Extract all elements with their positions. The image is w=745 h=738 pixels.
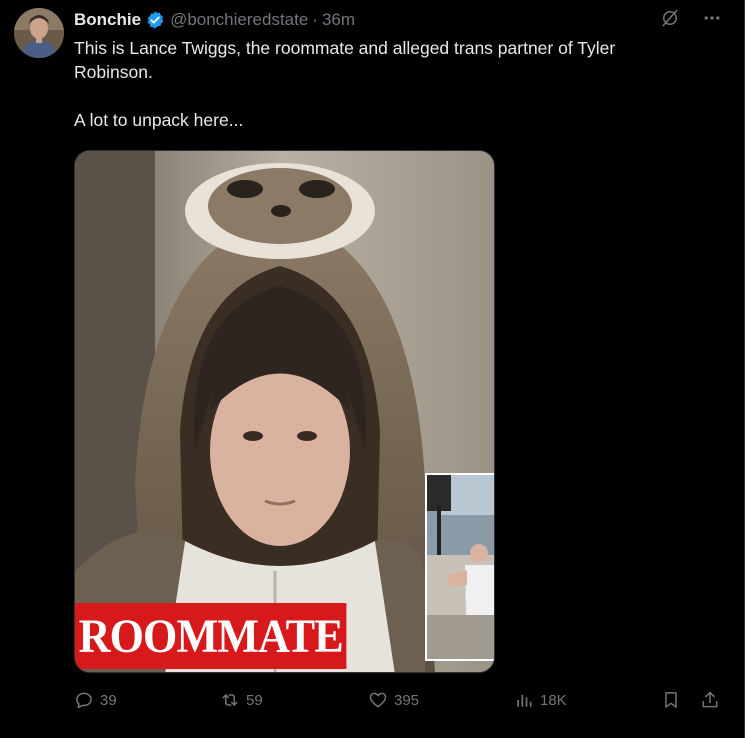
grok-icon[interactable] — [660, 8, 680, 28]
bookmark-button[interactable] — [661, 690, 681, 710]
separator-dot: · — [312, 10, 318, 29]
views-count: 18K — [540, 691, 567, 709]
share-icon — [702, 691, 718, 708]
tweet-media-image[interactable]: ROOMMATE — [74, 150, 495, 673]
tweet-text: This is Lance Twiggs, the roommate and a… — [74, 36, 694, 132]
avatar[interactable] — [14, 8, 64, 58]
author-name[interactable]: Bonchie — [74, 10, 141, 30]
repost-count: 59 — [246, 691, 263, 709]
author-handle[interactable]: @bonchieredstate — [170, 10, 308, 30]
tweet-text-line: This is Lance Twiggs, the roommate and a… — [74, 38, 616, 82]
verified-badge-icon — [145, 10, 165, 30]
views-button[interactable]: 18K — [514, 690, 567, 710]
reply-button[interactable]: 39 — [74, 690, 117, 710]
repost-button[interactable]: 59 — [220, 690, 263, 710]
bookmark-icon — [665, 692, 677, 708]
tweet[interactable]: Bonchie @bonchieredstate · 36m This is L… — [0, 0, 745, 738]
media-caption: ROOMMATE — [75, 603, 347, 669]
timestamp[interactable]: 36m — [322, 10, 355, 30]
tweet-text-line: A lot to unpack here... — [74, 110, 244, 130]
more-icon[interactable] — [702, 8, 722, 28]
like-icon — [369, 692, 387, 708]
share-button[interactable] — [700, 690, 720, 710]
tweet-header: Bonchie @bonchieredstate · 36m — [74, 9, 355, 31]
inset-photo — [425, 473, 494, 661]
like-button[interactable]: 395 — [368, 690, 419, 710]
reply-icon — [76, 692, 92, 709]
repost-icon — [222, 694, 238, 706]
reply-count: 39 — [100, 691, 117, 709]
like-count: 395 — [394, 691, 420, 709]
top-actions — [660, 8, 722, 28]
views-icon — [517, 695, 532, 707]
action-bar: 39 59 395 18K — [74, 690, 724, 714]
